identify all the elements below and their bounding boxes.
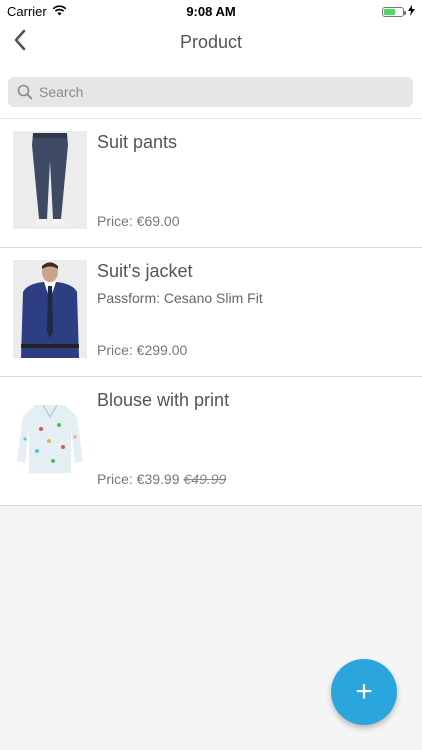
- current-price: Price: €39.99: [97, 471, 180, 487]
- old-price: €49.99: [183, 471, 227, 487]
- add-product-button[interactable]: +: [331, 659, 397, 725]
- status-bar: Carrier 9:08 AM: [0, 0, 422, 22]
- product-title: Blouse with print: [97, 390, 230, 410]
- search-icon: [17, 84, 33, 100]
- product-item[interactable]: Suit's jacket Passform: Cesano Slim Fit …: [0, 248, 422, 377]
- battery-fill: [384, 8, 395, 15]
- suit-jacket-image: [13, 260, 87, 358]
- charging-bolt-icon: [408, 4, 415, 19]
- search-field[interactable]: [8, 77, 413, 107]
- battery-area: [382, 4, 415, 19]
- plus-icon: +: [355, 675, 373, 708]
- product-price: Price: €299.00: [97, 342, 187, 358]
- product-price: Price: €69.00: [97, 213, 180, 229]
- current-price: Price: €299.00: [97, 342, 188, 358]
- product-item[interactable]: Blouse with print Price: €39.99 €49.99: [0, 377, 422, 506]
- blouse-image: [13, 389, 87, 487]
- suit-pants-image: [13, 131, 87, 229]
- product-title: Suit pants: [97, 132, 178, 152]
- battery-icon: [382, 6, 406, 17]
- product-list: Suit pants Price: €69.00 Suit's jacket P…: [0, 118, 422, 506]
- product-price: Price: €39.99 €49.99: [97, 471, 226, 487]
- product-subtitle: Passform: Cesano Slim Fit: [97, 290, 263, 306]
- search-input[interactable]: [39, 84, 379, 100]
- status-time: 9:08 AM: [186, 4, 236, 19]
- search-bar: [0, 64, 422, 118]
- navigation-bar: Product: [0, 22, 422, 64]
- product-item[interactable]: Suit pants Price: €69.00: [0, 119, 422, 248]
- current-price: Price: €69.00: [97, 213, 180, 229]
- page-title: Product: [179, 32, 243, 52]
- product-title: Suit's jacket: [97, 261, 193, 281]
